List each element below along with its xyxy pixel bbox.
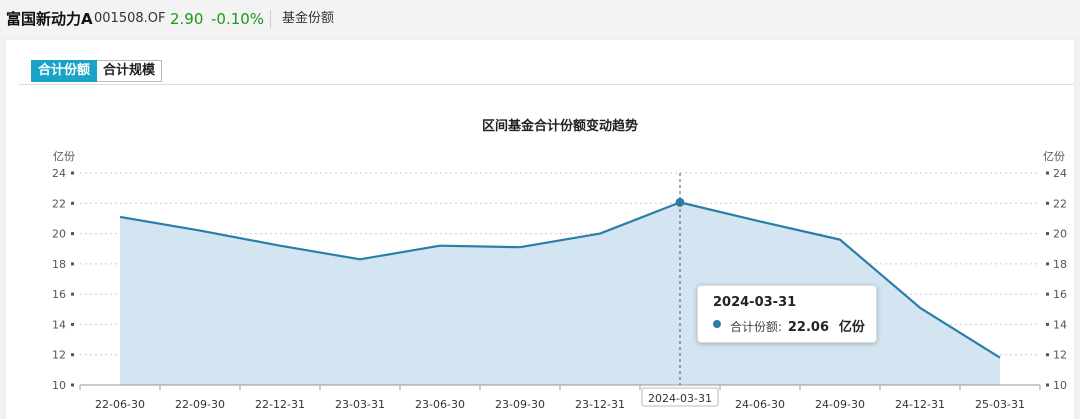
y-tick-label-right: 18 (1053, 258, 1067, 271)
chart-title: 区间基金合计份额变动趋势 (482, 118, 638, 134)
y-tick-mark-left (71, 201, 74, 205)
x-tick-label: 23-09-30 (495, 398, 545, 411)
y-tick-mark-left (71, 171, 74, 175)
tooltip-unit: 亿份 (838, 320, 865, 335)
y-tick-label-left: 24 (52, 167, 66, 180)
x-tick-label: 22-06-30 (95, 398, 145, 411)
y-tick-label-left: 12 (52, 349, 66, 362)
y-tick-mark-right (1046, 232, 1049, 236)
y-axis-label-right: 亿份 (1043, 150, 1065, 163)
y-tick-label-left: 10 (52, 379, 66, 392)
y-tick-label-left: 22 (52, 197, 66, 210)
y-tick-mark-right (1046, 201, 1049, 205)
y-tick-mark-right (1046, 292, 1049, 296)
y-tick-mark-right (1046, 171, 1049, 175)
x-tick-label: 24-06-30 (735, 398, 785, 411)
share-trend-chart[interactable]: 区间基金合计份额变动趋势 亿份 亿份 10 10 12 12 14 14 16 16 18 18 2… (0, 0, 1080, 419)
y-tick-label-right: 10 (1053, 379, 1067, 392)
y-tick-label-right: 16 (1053, 288, 1067, 301)
y-tick-label-left: 16 (52, 288, 66, 301)
y-tick-label-right: 12 (1053, 349, 1067, 362)
x-tick-label: 23-03-31 (335, 398, 385, 411)
y-tick-mark-left (71, 262, 74, 266)
y-tick-mark-left (71, 383, 74, 387)
y-tick-mark-right (1046, 383, 1049, 387)
x-highlight-label: 2024-03-31 (648, 392, 712, 405)
y-axis-label-left: 亿份 (53, 150, 75, 163)
tooltip-row: 合计份额: 22.06 亿份 (730, 316, 865, 335)
x-tick-label: 22-09-30 (175, 398, 225, 411)
x-tick-label: 24-12-31 (895, 398, 945, 411)
tooltip-series-dot (713, 320, 721, 328)
y-tick-mark-left (71, 292, 74, 296)
x-tick-label: 23-12-31 (575, 398, 625, 411)
tooltip-date: 2024-03-31 (713, 295, 797, 310)
y-tick-label-right: 22 (1053, 197, 1067, 210)
x-tick-label: 25-03-31 (975, 398, 1025, 411)
y-tick-label-left: 18 (52, 258, 66, 271)
y-tick-mark-left (71, 353, 74, 357)
y-tick-label-right: 24 (1053, 167, 1067, 180)
x-tick-label: 23-06-30 (415, 398, 465, 411)
tooltip-value: 22.06 (787, 320, 829, 335)
y-tick-label-right: 20 (1053, 228, 1067, 241)
y-tick-mark-right (1046, 322, 1049, 326)
y-tick-mark-left (71, 322, 74, 326)
y-tick-mark-left (71, 232, 74, 236)
y-tick-label-right: 14 (1053, 318, 1067, 331)
y-tick-mark-right (1046, 353, 1049, 357)
y-tick-label-left: 14 (52, 318, 66, 331)
x-tick-label: 22-12-31 (255, 398, 305, 411)
x-tick-label: 24-09-30 (815, 398, 865, 411)
data-tooltip: 2024-03-31 合计份额: 22.06 亿份 (697, 285, 877, 343)
y-tick-mark-right (1046, 262, 1049, 266)
tooltip-series-label: 合计份额: (730, 320, 783, 334)
y-tick-label-left: 20 (52, 228, 66, 241)
